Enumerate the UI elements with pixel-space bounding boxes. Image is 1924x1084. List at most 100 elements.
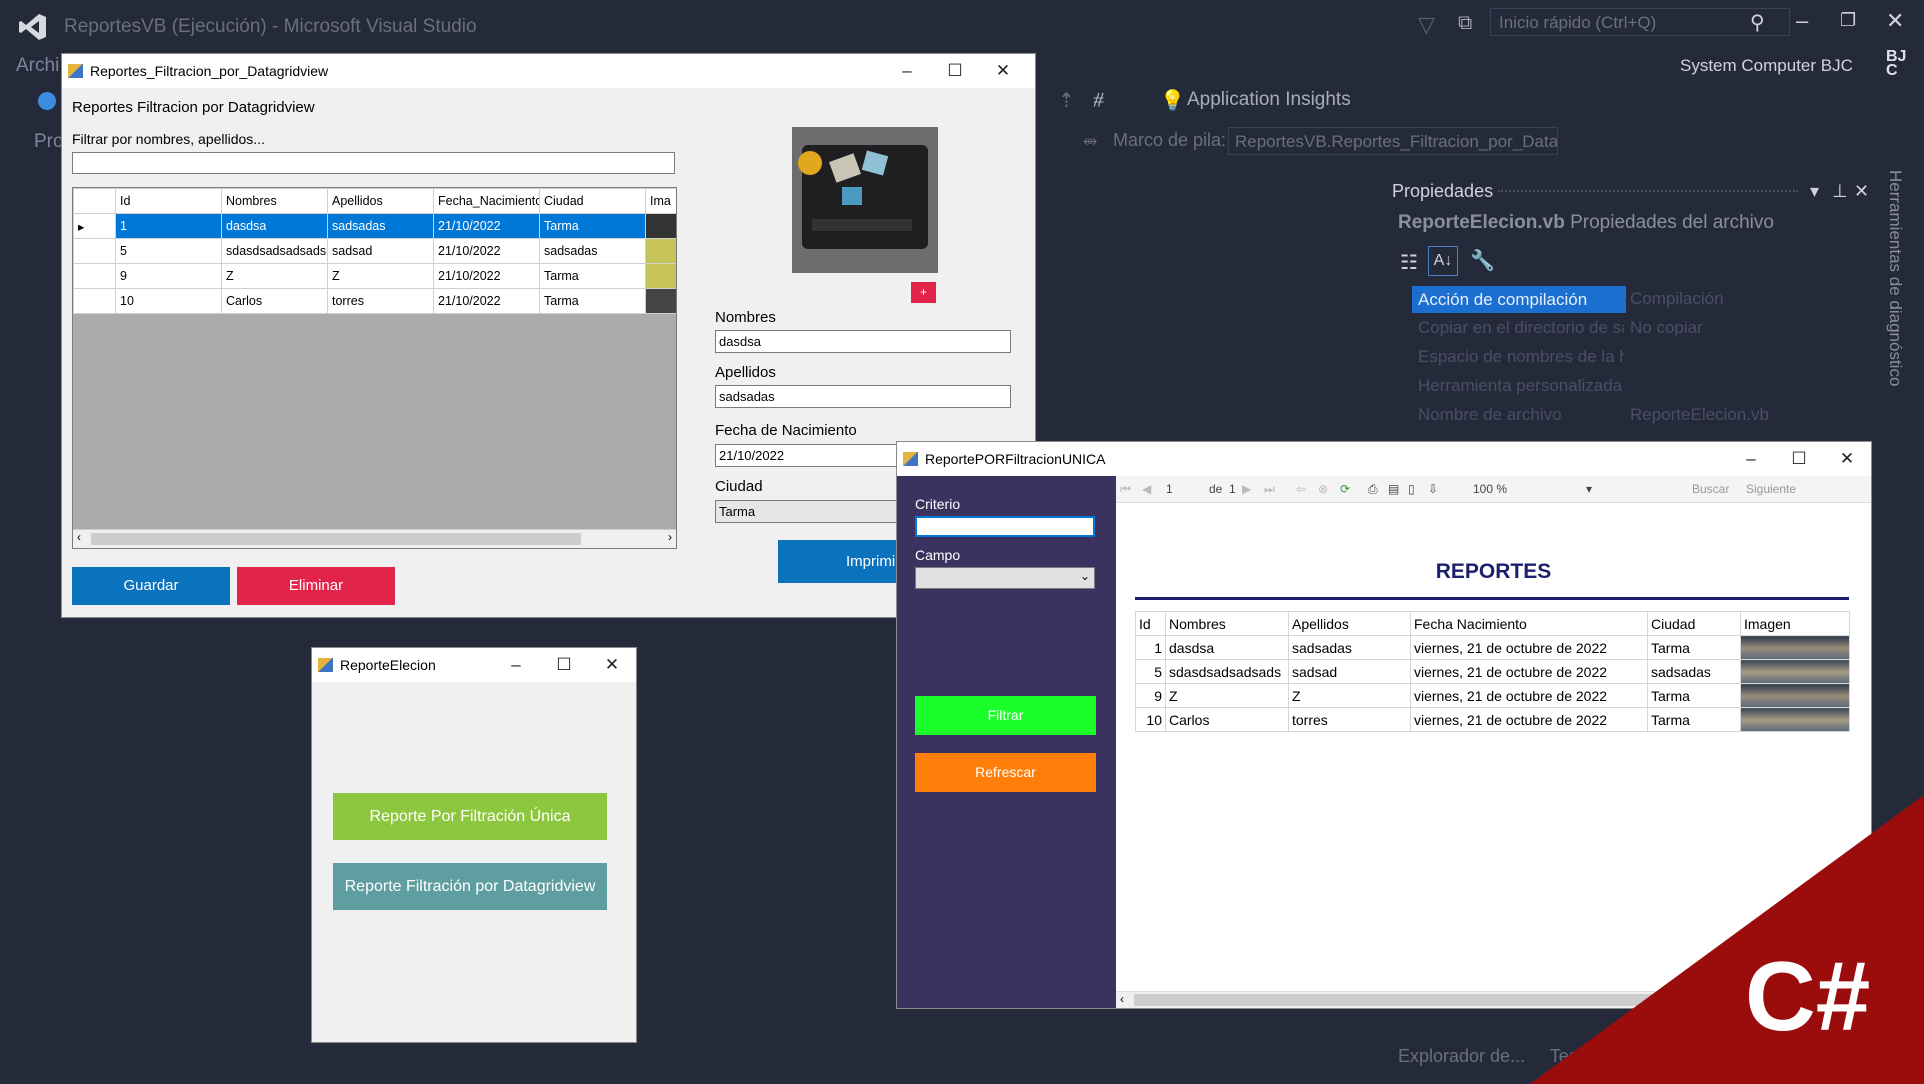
cell[interactable]: 1 bbox=[115, 213, 222, 239]
window-titlebar[interactable]: Reportes_Filtracion_por_Datagridview – ☐ ✕ bbox=[62, 54, 1035, 88]
row-header-current-icon[interactable]: ▸ bbox=[73, 213, 116, 239]
signed-in-user[interactable]: System Computer BJC bbox=[1680, 56, 1853, 76]
filter-icon[interactable]: ▽ bbox=[1418, 12, 1435, 38]
table-row[interactable]: 5 sdasdsadsadsads sadsad 21/10/2022 sads… bbox=[73, 238, 676, 264]
horizontal-scrollbar[interactable]: ‹ › bbox=[73, 529, 676, 548]
table-row[interactable]: 9 Z Z 21/10/2022 Tarma bbox=[73, 263, 676, 289]
maximize-icon[interactable]: ☐ bbox=[540, 648, 588, 682]
property-value[interactable]: ReporteElecion.vb bbox=[1630, 405, 1769, 425]
cell[interactable]: torres bbox=[327, 288, 434, 314]
close-icon[interactable]: ✕ bbox=[1886, 8, 1904, 34]
cell[interactable]: Tarma bbox=[539, 263, 646, 289]
column-header[interactable]: Fecha_Nacimiento bbox=[433, 188, 540, 214]
vs-menu-archivo[interactable]: Archi bbox=[16, 55, 59, 77]
alphabetical-icon[interactable]: A↓ bbox=[1428, 246, 1458, 276]
breakpoints-icon[interactable]: ⧣ bbox=[1093, 88, 1104, 111]
close-icon[interactable]: ✕ bbox=[588, 648, 636, 682]
datagridview[interactable]: Id Nombres Apellidos Fecha_Nacimiento Ci… bbox=[72, 187, 677, 549]
image-cell[interactable] bbox=[645, 263, 676, 289]
property-value[interactable]: No copiar bbox=[1630, 318, 1703, 338]
minimize-icon[interactable]: – bbox=[1796, 8, 1808, 34]
maximize-icon[interactable]: ☐ bbox=[1775, 442, 1823, 476]
scroll-left-icon[interactable]: ‹ bbox=[1120, 992, 1124, 1006]
column-header[interactable]: Ciudad bbox=[539, 188, 646, 214]
minimize-icon[interactable]: – bbox=[1727, 442, 1775, 476]
table-row[interactable]: 10 Carlos torres 21/10/2022 Tarma bbox=[73, 288, 676, 314]
property-name[interactable]: Copiar en el directorio de sa bbox=[1418, 318, 1624, 338]
print-icon[interactable]: ⎙ bbox=[1368, 476, 1378, 502]
application-insights-button[interactable]: Application Insights bbox=[1187, 89, 1351, 111]
dropdown-arrow-icon[interactable]: ▾ bbox=[1810, 176, 1819, 206]
minimize-icon[interactable]: – bbox=[883, 54, 931, 88]
refresh-icon[interactable]: ⟳ bbox=[1340, 476, 1350, 502]
page-setup-icon[interactable]: ▯ bbox=[1408, 476, 1415, 502]
cell[interactable]: 21/10/2022 bbox=[433, 288, 540, 314]
cell[interactable]: Z bbox=[221, 263, 328, 289]
search-icon[interactable]: ⚲ bbox=[1750, 10, 1765, 35]
apellidos-input[interactable] bbox=[715, 385, 1011, 408]
cell[interactable]: sadsadas bbox=[539, 238, 646, 264]
zoom-select[interactable]: 100 % bbox=[1473, 476, 1507, 502]
property-name[interactable]: Nombre de archivo bbox=[1418, 405, 1562, 425]
row-header[interactable] bbox=[73, 288, 116, 314]
properties-object[interactable]: ReporteElecion.vb Propiedades del archiv… bbox=[1398, 212, 1774, 234]
scroll-left-icon[interactable]: ‹ bbox=[77, 530, 81, 544]
cell[interactable]: 10 bbox=[115, 288, 222, 314]
page-number-input[interactable]: 1 bbox=[1166, 476, 1173, 502]
pin-icon[interactable]: ⊥ bbox=[1832, 176, 1848, 206]
window-titlebar[interactable]: ReporteElecion – ☐ ✕ bbox=[312, 648, 636, 682]
prev-page-icon[interactable]: ◀ bbox=[1142, 476, 1151, 502]
export-icon[interactable]: ⇩ bbox=[1428, 476, 1438, 502]
column-header[interactable]: Ima bbox=[645, 188, 676, 214]
cell[interactable]: 21/10/2022 bbox=[433, 238, 540, 264]
back-icon[interactable]: ⇦ bbox=[1296, 476, 1306, 502]
print-layout-icon[interactable]: ▤ bbox=[1388, 476, 1399, 502]
image-cell[interactable] bbox=[645, 213, 676, 239]
diagnostics-tools-tab[interactable]: Herramientas de diagnóstico bbox=[1885, 170, 1905, 386]
cell[interactable]: 21/10/2022 bbox=[433, 263, 540, 289]
image-cell[interactable] bbox=[645, 238, 676, 264]
close-icon[interactable]: ✕ bbox=[979, 54, 1027, 88]
cell[interactable]: 5 bbox=[115, 238, 222, 264]
window-titlebar[interactable]: ReportePORFiltracionUNICA – ☐ ✕ bbox=[897, 442, 1871, 476]
filtrar-button[interactable]: Filtrar bbox=[915, 696, 1096, 735]
cell[interactable]: 9 bbox=[115, 263, 222, 289]
next-page-icon[interactable]: ▶ bbox=[1242, 476, 1251, 502]
cell[interactable]: Tarma bbox=[539, 213, 646, 239]
thread-icon[interactable]: ⥈ bbox=[1083, 130, 1097, 151]
close-icon[interactable]: ✕ bbox=[1823, 442, 1871, 476]
nombres-input[interactable] bbox=[715, 330, 1011, 353]
cell[interactable]: 21/10/2022 bbox=[433, 213, 540, 239]
restore-icon[interactable]: ❐ bbox=[1840, 10, 1856, 31]
maximize-icon[interactable]: ☐ bbox=[931, 54, 979, 88]
eliminar-button[interactable]: Eliminar bbox=[237, 567, 395, 605]
cell[interactable]: Z bbox=[327, 263, 434, 289]
scroll-thumb[interactable] bbox=[91, 533, 581, 545]
property-name[interactable]: Espacio de nombres de la he bbox=[1418, 347, 1624, 367]
property-pages-icon[interactable]: 🔧 bbox=[1470, 248, 1495, 273]
quick-launch-input[interactable]: Inicio rápido (Ctrl+Q) bbox=[1490, 8, 1790, 36]
cell[interactable]: Carlos bbox=[221, 288, 328, 314]
stack-frame-combo[interactable]: ReportesVB.Reportes_Filtracion_por_Datag bbox=[1228, 127, 1558, 155]
panel-close-icon[interactable]: ✕ bbox=[1854, 176, 1869, 206]
scroll-right-icon[interactable]: › bbox=[668, 530, 672, 544]
refrescar-button[interactable]: Refrescar bbox=[915, 753, 1096, 792]
find-link[interactable]: Buscar bbox=[1692, 476, 1729, 502]
property-name-selected[interactable]: Acción de compilación bbox=[1412, 286, 1626, 313]
cell[interactable]: dasdsa bbox=[221, 213, 328, 239]
criterio-input[interactable] bbox=[915, 516, 1095, 537]
column-header[interactable]: Apellidos bbox=[327, 188, 434, 214]
minimize-icon[interactable]: – bbox=[492, 648, 540, 682]
reporte-filtracion-unica-button[interactable]: Reporte Por Filtración Única bbox=[333, 793, 607, 840]
last-page-icon[interactable]: ⏭ bbox=[1264, 476, 1275, 502]
cell[interactable]: Tarma bbox=[539, 288, 646, 314]
step-up-icon[interactable]: ⇡ bbox=[1058, 88, 1075, 113]
property-value[interactable]: Compilación bbox=[1630, 289, 1724, 309]
column-header[interactable]: Id bbox=[115, 188, 222, 214]
cell[interactable]: sadsadas bbox=[327, 213, 434, 239]
photo-picturebox[interactable] bbox=[792, 127, 938, 273]
cell[interactable]: sadsad bbox=[327, 238, 434, 264]
property-name[interactable]: Herramienta personalizada bbox=[1418, 376, 1622, 396]
zoom-chevron-icon[interactable]: ▾ bbox=[1586, 476, 1592, 502]
user-initials-avatar[interactable]: BJC bbox=[1886, 49, 1910, 79]
